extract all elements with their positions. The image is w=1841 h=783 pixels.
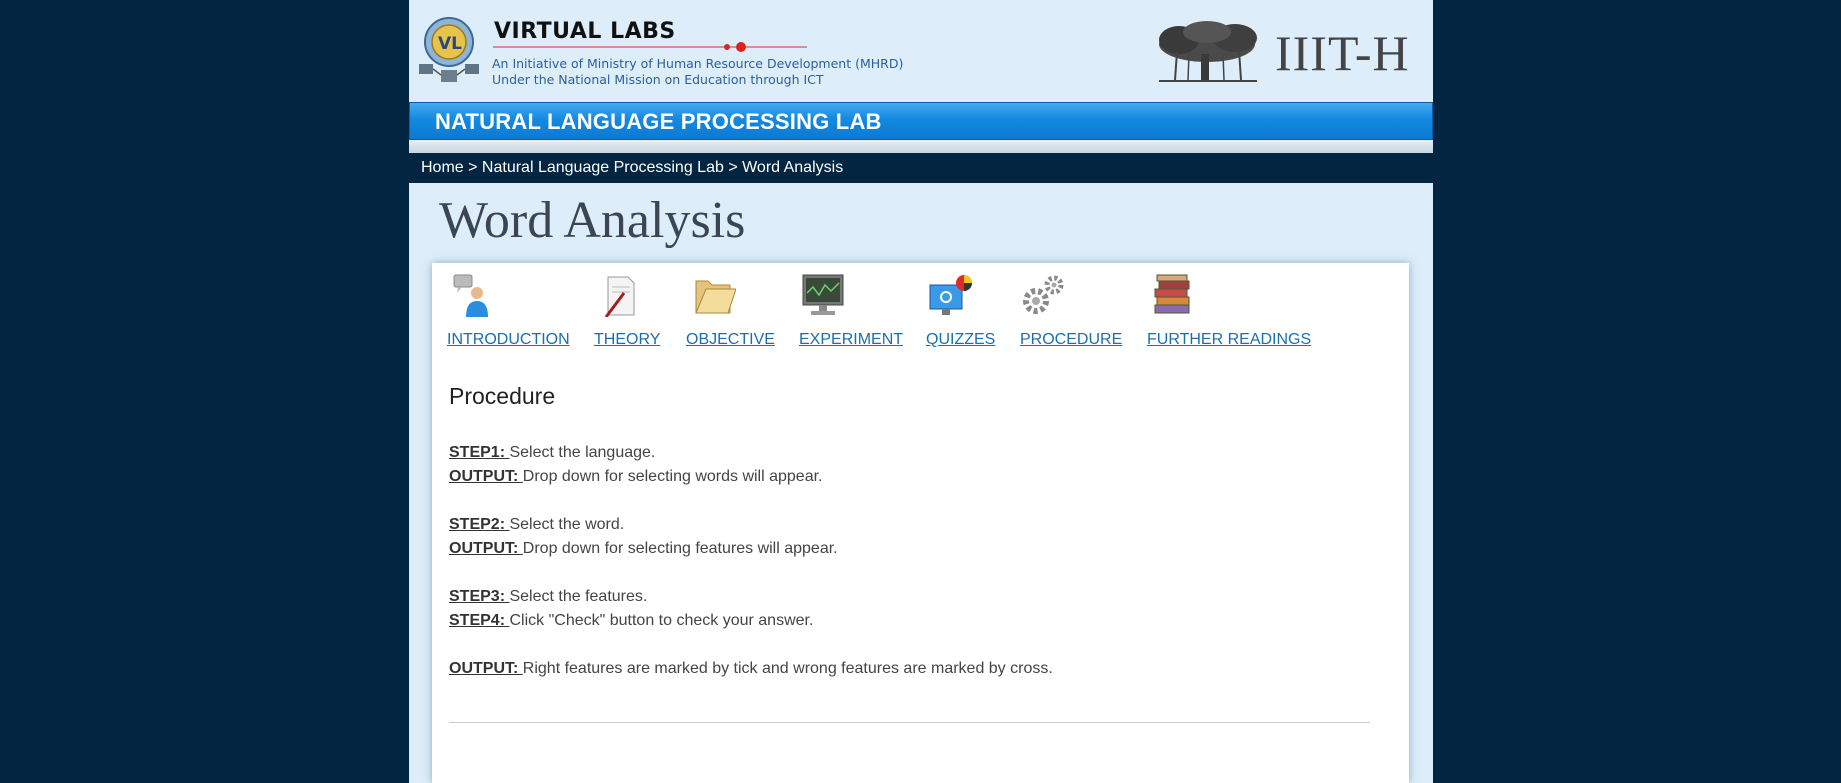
- svg-text:VL: VL: [438, 34, 462, 54]
- nav-further-readings[interactable]: FURTHER READINGS: [1147, 263, 1317, 353]
- step-key: STEP4:: [449, 612, 510, 629]
- banyan-tree-logo: [1159, 21, 1257, 82]
- gears-icon: [1023, 275, 1064, 314]
- nav-label-procedure[interactable]: PROCEDURE: [1020, 331, 1122, 349]
- procedure-line: OUTPUT: Right features are marked by tic…: [449, 660, 1053, 678]
- initiative-subtitle: An Initiative of Ministry of Human Resou…: [492, 56, 904, 71]
- breadcrumb-separator: >: [723, 159, 743, 176]
- breadcrumb-current: Word Analysis: [742, 159, 844, 176]
- procedure-line: STEP3: Select the features.: [449, 588, 647, 606]
- nav-label-theory[interactable]: THEORY: [594, 331, 660, 349]
- title-area: Word Analysis: [409, 183, 1433, 263]
- virtual-labs-logo[interactable]: VL: [413, 12, 485, 88]
- breadcrumb-lab-link[interactable]: Natural Language Processing Lab: [482, 159, 724, 176]
- output-key: OUTPUT:: [449, 540, 523, 557]
- banner-shadow: [409, 140, 1433, 153]
- monitor-icon: [802, 274, 844, 315]
- output-key: OUTPUT:: [449, 660, 523, 677]
- output-text: Right features are marked by tick and wr…: [522, 660, 1053, 677]
- content-panel: INTRODUCTION THEORY OBJECTIVE EXPERIMENT…: [432, 263, 1409, 783]
- folder-icon: [695, 280, 736, 314]
- title-decoration-line: [493, 42, 807, 52]
- nav-label-introduction[interactable]: INTRODUCTION: [447, 331, 570, 349]
- output-key: OUTPUT:: [449, 468, 523, 485]
- document-pen-icon: [604, 276, 635, 317]
- step-key: STEP3:: [449, 588, 510, 605]
- nav-introduction[interactable]: INTRODUCTION: [447, 263, 570, 353]
- procedure-line: OUTPUT: Drop down for selecting features…: [449, 540, 838, 558]
- nav-theory[interactable]: THEORY: [594, 263, 664, 353]
- books-icon: [1154, 274, 1190, 314]
- nav-label-experiment[interactable]: EXPERIMENT: [799, 331, 903, 349]
- procedure-heading: Procedure: [449, 383, 556, 409]
- procedure-line: OUTPUT: Drop down for selecting words wi…: [449, 468, 822, 486]
- procedure-line: STEP4: Click "Check" button to check you…: [449, 612, 813, 630]
- breadcrumb-separator: >: [463, 159, 482, 176]
- nav-label-quizzes[interactable]: QUIZZES: [926, 331, 995, 349]
- breadcrumb: Home > Natural Language Processing Lab >…: [421, 159, 843, 177]
- divider: [449, 722, 1370, 723]
- nav-label-objective[interactable]: OBJECTIVE: [686, 331, 775, 349]
- site-header: VL VIRTUAL LABS An Initiative of Ministr…: [409, 0, 1433, 99]
- experiment-nav: INTRODUCTION THEORY OBJECTIVE EXPERIMENT…: [432, 263, 1409, 353]
- nav-procedure[interactable]: PROCEDURE: [1020, 263, 1130, 353]
- step-text: Select the word.: [509, 516, 625, 533]
- step-text: Click "Check" button to check your answe…: [509, 612, 814, 629]
- nav-experiment[interactable]: EXPERIMENT: [799, 263, 909, 353]
- step-key: STEP2:: [449, 516, 510, 533]
- output-text: Drop down for selecting features will ap…: [522, 540, 838, 557]
- nav-label-further-readings[interactable]: FURTHER READINGS: [1147, 331, 1311, 349]
- breadcrumb-home-link[interactable]: Home: [421, 159, 464, 176]
- procedure-line: STEP1: Select the language.: [449, 444, 655, 462]
- page-title: Word Analysis: [439, 192, 746, 249]
- person-speech-icon: [453, 274, 488, 317]
- mission-subtitle: Under the National Mission on Education …: [492, 72, 824, 87]
- nav-quizzes[interactable]: QUIZZES: [926, 263, 1006, 353]
- breadcrumb-bar: Home > Natural Language Processing Lab >…: [409, 153, 1433, 183]
- output-text: Drop down for selecting words will appea…: [522, 468, 823, 485]
- quiz-computer-icon: [929, 275, 972, 315]
- institute-name[interactable]: IIIT-H: [1275, 28, 1410, 78]
- step-key: STEP1:: [449, 444, 510, 461]
- step-text: Select the language.: [509, 444, 656, 461]
- nav-objective[interactable]: OBJECTIVE: [686, 263, 776, 353]
- lab-title[interactable]: NATURAL LANGUAGE PROCESSING LAB: [435, 109, 882, 135]
- lab-banner: NATURAL LANGUAGE PROCESSING LAB: [409, 102, 1433, 140]
- procedure-line: STEP2: Select the word.: [449, 516, 624, 534]
- page-wrapper: VL VIRTUAL LABS An Initiative of Ministr…: [409, 0, 1433, 783]
- step-text: Select the features.: [509, 588, 648, 605]
